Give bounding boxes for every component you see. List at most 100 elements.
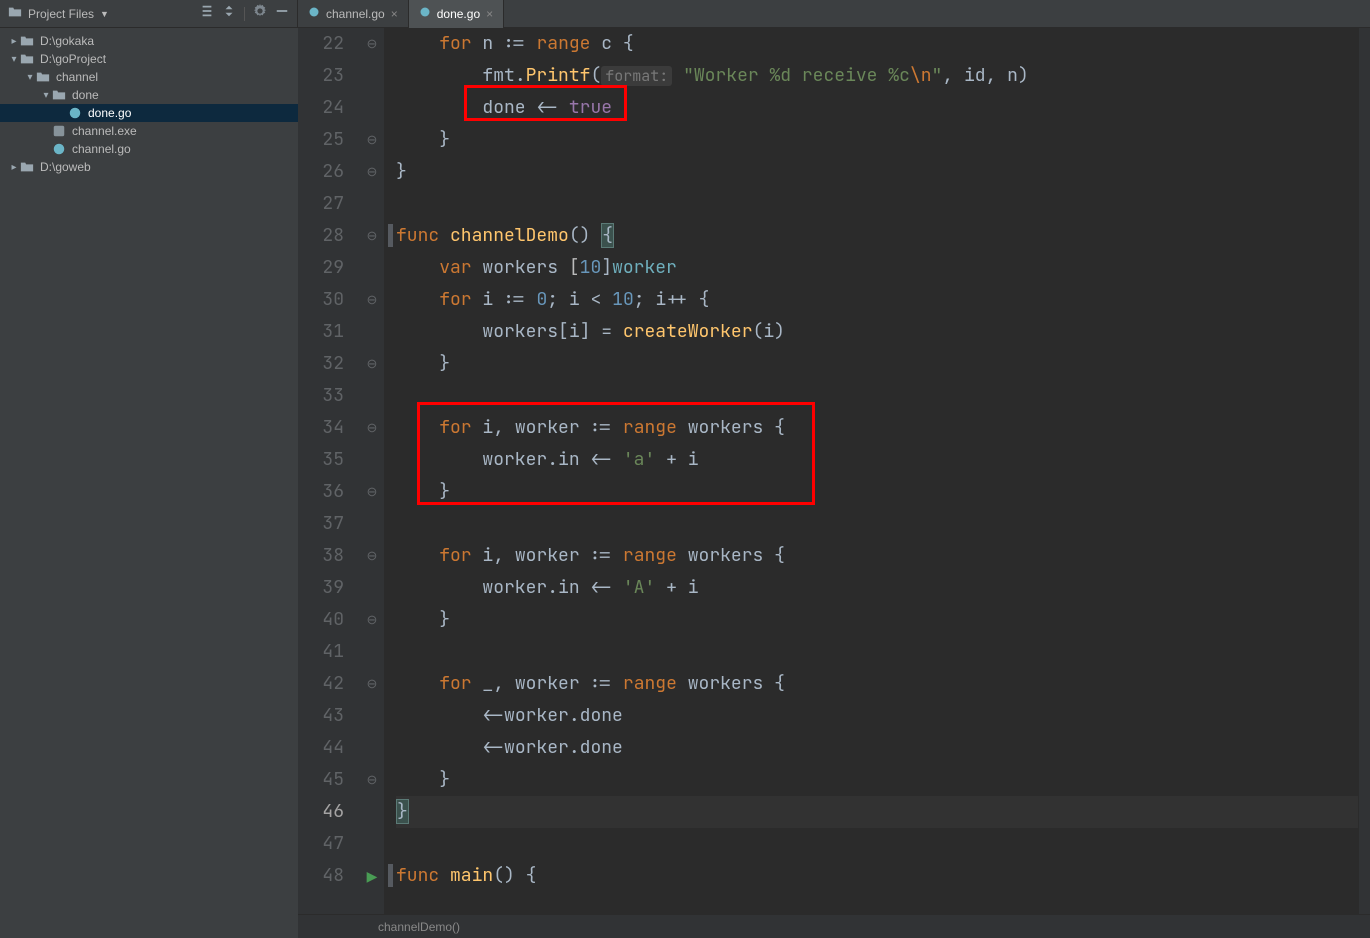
code-line[interactable]: fmt.Printf(format: "Worker %d receive %c… — [396, 60, 1358, 92]
line-number[interactable]: 24 — [298, 92, 344, 124]
line-number[interactable]: 46 — [298, 796, 344, 828]
code-line[interactable]: worker.in <- 'a' + i — [396, 444, 1358, 476]
code-line[interactable] — [396, 636, 1358, 668]
line-number[interactable]: 27 — [298, 188, 344, 220]
code-line[interactable]: func channelDemo() { — [396, 220, 1358, 252]
fold-icon[interactable]: ⊖ — [367, 132, 378, 148]
fold-icon[interactable]: ⊖ — [367, 356, 378, 372]
line-number[interactable]: 31 — [298, 316, 344, 348]
collapse-icon[interactable] — [200, 4, 214, 23]
code-line[interactable] — [396, 380, 1358, 412]
gear-icon[interactable] — [253, 4, 267, 23]
fold-icon[interactable]: ⊖ — [367, 292, 378, 308]
code-line[interactable]: <-worker.done — [396, 732, 1358, 764]
line-number[interactable]: 33 — [298, 380, 344, 412]
hide-icon[interactable] — [275, 4, 289, 23]
close-icon[interactable]: × — [486, 7, 493, 21]
icon-gutter[interactable]: ⊖ ⊖ ⊖ ⊖ ⊖ ⊖ ⊖ ⊖ ⊖ ⊖ ⊖ ⊖ ▶ — [360, 28, 384, 914]
code-line[interactable]: } — [396, 796, 1358, 828]
code-line[interactable] — [396, 188, 1358, 220]
line-number[interactable]: 26 — [298, 156, 344, 188]
fold-icon[interactable]: ⊖ — [367, 36, 378, 52]
line-number[interactable]: 36 — [298, 476, 344, 508]
line-number[interactable]: 30 — [298, 284, 344, 316]
tree-arrow-icon[interactable] — [40, 90, 52, 101]
tab-channel-go[interactable]: channel.go× — [298, 0, 409, 28]
line-number[interactable]: 34 — [298, 412, 344, 444]
tree-arrow-icon[interactable] — [8, 54, 20, 65]
code-line[interactable]: } — [396, 348, 1358, 380]
expand-icon[interactable] — [222, 4, 236, 23]
fold-icon[interactable]: ⊖ — [367, 228, 378, 244]
code-line[interactable]: done <- true — [396, 92, 1358, 124]
code-line[interactable]: for i, worker := range workers { — [396, 412, 1358, 444]
gutter-icon-cell: ⊖ — [360, 540, 384, 572]
line-number[interactable]: 39 — [298, 572, 344, 604]
code-line[interactable]: } — [396, 156, 1358, 188]
tree-arrow-icon[interactable] — [8, 162, 20, 173]
param-hint: format: — [601, 66, 672, 86]
breadcrumb-item[interactable]: channelDemo() — [378, 920, 460, 934]
line-number[interactable]: 43 — [298, 700, 344, 732]
line-number[interactable]: 42 — [298, 668, 344, 700]
tree-item[interactable]: D:\gokaka — [0, 32, 298, 50]
tree-item[interactable]: done — [0, 86, 298, 104]
code-line[interactable]: func main() { — [396, 860, 1358, 892]
code-line[interactable] — [396, 508, 1358, 540]
code-line[interactable]: } — [396, 764, 1358, 796]
fold-icon[interactable]: ⊖ — [367, 772, 378, 788]
fold-icon[interactable]: ⊖ — [367, 676, 378, 692]
run-icon[interactable]: ▶ — [367, 868, 378, 885]
line-number[interactable]: 41 — [298, 636, 344, 668]
tree-item[interactable]: ▸done.go — [0, 104, 298, 122]
line-number[interactable]: 40 — [298, 604, 344, 636]
code-area[interactable]: for n := range c { fmt.Printf(format: "W… — [384, 28, 1358, 914]
line-number[interactable]: 22 — [298, 28, 344, 60]
line-number[interactable]: 45 — [298, 764, 344, 796]
tree-item[interactable]: D:\goweb — [0, 158, 298, 176]
line-number[interactable]: 25 — [298, 124, 344, 156]
line-number[interactable]: 48 — [298, 860, 344, 892]
project-sidebar[interactable]: D:\gokakaD:\goProjectchanneldone▸done.go… — [0, 28, 298, 938]
code-line[interactable]: } — [396, 476, 1358, 508]
line-number[interactable]: 23 — [298, 60, 344, 92]
code-line[interactable]: <-worker.done — [396, 700, 1358, 732]
tree-item[interactable]: ▸channel.exe — [0, 122, 298, 140]
code-line[interactable]: worker.in <- 'A' + i — [396, 572, 1358, 604]
gutter-icon-cell: ⊖ — [360, 604, 384, 636]
fold-icon[interactable]: ⊖ — [367, 484, 378, 500]
breadcrumb-bar[interactable]: channelDemo() — [298, 914, 1370, 938]
fold-icon[interactable]: ⊖ — [367, 164, 378, 180]
fold-icon[interactable]: ⊖ — [367, 420, 378, 436]
line-number[interactable]: 38 — [298, 540, 344, 572]
tab-done-go[interactable]: done.go× — [409, 0, 504, 28]
tree-item[interactable]: channel — [0, 68, 298, 86]
tree-item[interactable]: D:\goProject — [0, 50, 298, 68]
line-number[interactable]: 28 — [298, 220, 344, 252]
line-number[interactable]: 47 — [298, 828, 344, 860]
tree-arrow-icon[interactable] — [24, 72, 36, 83]
fold-icon[interactable]: ⊖ — [367, 548, 378, 564]
code-line[interactable]: for n := range c { — [396, 28, 1358, 60]
tree-arrow-icon[interactable] — [8, 36, 20, 47]
code-line[interactable]: } — [396, 124, 1358, 156]
fold-icon[interactable]: ⊖ — [367, 612, 378, 628]
line-number[interactable]: 29 — [298, 252, 344, 284]
code-line[interactable]: for i := 0; i < 10; i++ { — [396, 284, 1358, 316]
line-number-gutter[interactable]: 2223242526272829303132333435363738394041… — [298, 28, 360, 914]
line-number[interactable]: 44 — [298, 732, 344, 764]
close-icon[interactable]: × — [391, 7, 398, 21]
code-line[interactable]: workers[i] = createWorker(i) — [396, 316, 1358, 348]
code-line[interactable] — [396, 828, 1358, 860]
code-line[interactable]: var workers [10]worker — [396, 252, 1358, 284]
line-number[interactable]: 35 — [298, 444, 344, 476]
editor-body[interactable]: 2223242526272829303132333435363738394041… — [298, 28, 1370, 914]
editor-right-gutter[interactable] — [1358, 28, 1370, 914]
code-line[interactable]: for i, worker := range workers { — [396, 540, 1358, 572]
project-title[interactable]: Project Files ▼ — [8, 5, 109, 22]
line-number[interactable]: 37 — [298, 508, 344, 540]
code-line[interactable]: } — [396, 604, 1358, 636]
code-line[interactable]: for _, worker := range workers { — [396, 668, 1358, 700]
tree-item[interactable]: ▸channel.go — [0, 140, 298, 158]
line-number[interactable]: 32 — [298, 348, 344, 380]
